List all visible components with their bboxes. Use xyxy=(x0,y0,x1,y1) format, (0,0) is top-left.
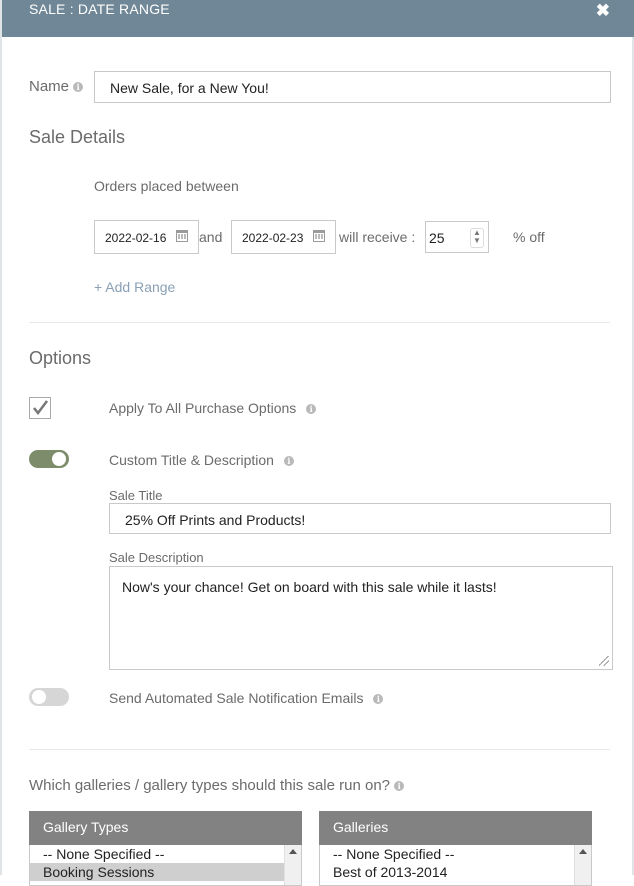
name-label-group: Name i xyxy=(29,78,84,95)
list-item[interactable]: -- None Specified -- xyxy=(30,845,301,863)
scroll-up-icon[interactable] xyxy=(289,849,297,854)
toggle-knob xyxy=(52,452,66,466)
scroll-up-icon[interactable] xyxy=(579,849,587,854)
stepper-arrows-icon[interactable]: ▲ ▼ xyxy=(470,228,484,248)
close-icon[interactable]: ✖ xyxy=(596,1,610,21)
calendar-icon[interactable] xyxy=(313,230,325,242)
toggle-knob xyxy=(32,690,46,704)
galleries-header: Galleries xyxy=(319,811,592,845)
custom-title-label-group: Custom Title & Description i xyxy=(109,452,294,468)
gallery-types-listbox[interactable]: -- None Specified -- Booking Sessions xyxy=(29,845,302,886)
galleries-listbox[interactable]: -- None Specified -- Best of 2013-2014 xyxy=(319,845,592,886)
start-date-input[interactable]: 2022-02-16 xyxy=(94,220,199,254)
modal-title: SALE : DATE RANGE xyxy=(29,1,170,17)
modal-header: SALE : DATE RANGE ✖ xyxy=(2,0,634,37)
end-date-value: 2022-02-23 xyxy=(242,231,304,245)
percent-off-label: % off xyxy=(513,229,545,245)
sale-description-label: Sale Description xyxy=(109,550,204,565)
gallery-types-header: Gallery Types xyxy=(29,811,302,845)
add-range-link[interactable]: + Add Range xyxy=(94,279,175,295)
sale-title-value: 25% Off Prints and Products! xyxy=(125,512,306,528)
name-label: Name xyxy=(29,78,70,95)
name-input[interactable]: New Sale, for a New You! xyxy=(94,71,611,103)
checkmark-icon xyxy=(33,400,48,416)
name-input-value: New Sale, for a New You! xyxy=(110,80,269,96)
resize-handle-icon[interactable] xyxy=(599,656,609,666)
sale-description-textarea[interactable]: Now's your chance! Get on board with thi… xyxy=(109,566,613,670)
notification-label: Send Automated Sale Notification Emails xyxy=(109,690,364,706)
list-item[interactable]: Booking Sessions xyxy=(30,863,285,881)
percent-stepper[interactable]: 25 ▲ ▼ xyxy=(425,221,489,253)
galleries-question: Which galleries / gallery types should t… xyxy=(29,777,391,794)
sale-modal: SALE : DATE RANGE ✖ Name i New Sale, for… xyxy=(0,0,634,886)
divider xyxy=(29,322,610,323)
custom-title-toggle[interactable] xyxy=(29,450,69,468)
sale-title-input[interactable]: 25% Off Prints and Products! xyxy=(109,503,611,534)
scrollbar[interactable] xyxy=(284,845,301,885)
options-title: Options xyxy=(29,348,92,368)
orders-placed-label: Orders placed between xyxy=(94,178,239,194)
info-icon[interactable]: i xyxy=(283,456,294,467)
custom-title-label: Custom Title & Description xyxy=(109,452,274,468)
info-icon[interactable]: i xyxy=(394,781,405,792)
info-icon[interactable]: i xyxy=(306,404,317,415)
and-label: and xyxy=(199,229,223,245)
sale-description-value: Now's your chance! Get on board with thi… xyxy=(122,579,497,595)
calendar-icon[interactable] xyxy=(176,230,188,242)
sale-title-label: Sale Title xyxy=(109,488,163,503)
divider xyxy=(29,749,610,750)
apply-all-label-group: Apply To All Purchase Options i xyxy=(109,400,317,416)
start-date-value: 2022-02-16 xyxy=(105,231,167,245)
info-icon[interactable]: i xyxy=(73,82,84,93)
scrollbar[interactable] xyxy=(574,845,591,885)
sale-details-title: Sale Details xyxy=(29,127,126,147)
end-date-input[interactable]: 2022-02-23 xyxy=(231,220,336,254)
percent-value: 25 xyxy=(429,230,445,246)
list-item[interactable]: -- None Specified -- xyxy=(320,845,591,863)
apply-all-label: Apply To All Purchase Options xyxy=(109,400,297,416)
list-item[interactable]: Best of 2013-2014 xyxy=(320,863,575,881)
notification-label-group: Send Automated Sale Notification Emails … xyxy=(109,690,384,706)
will-receive-label: will receive : xyxy=(339,229,416,245)
galleries-question-group: Which galleries / gallery types should t… xyxy=(29,777,405,794)
apply-all-checkbox[interactable] xyxy=(29,397,51,419)
info-icon[interactable]: i xyxy=(373,694,384,705)
notification-toggle[interactable] xyxy=(29,688,69,706)
